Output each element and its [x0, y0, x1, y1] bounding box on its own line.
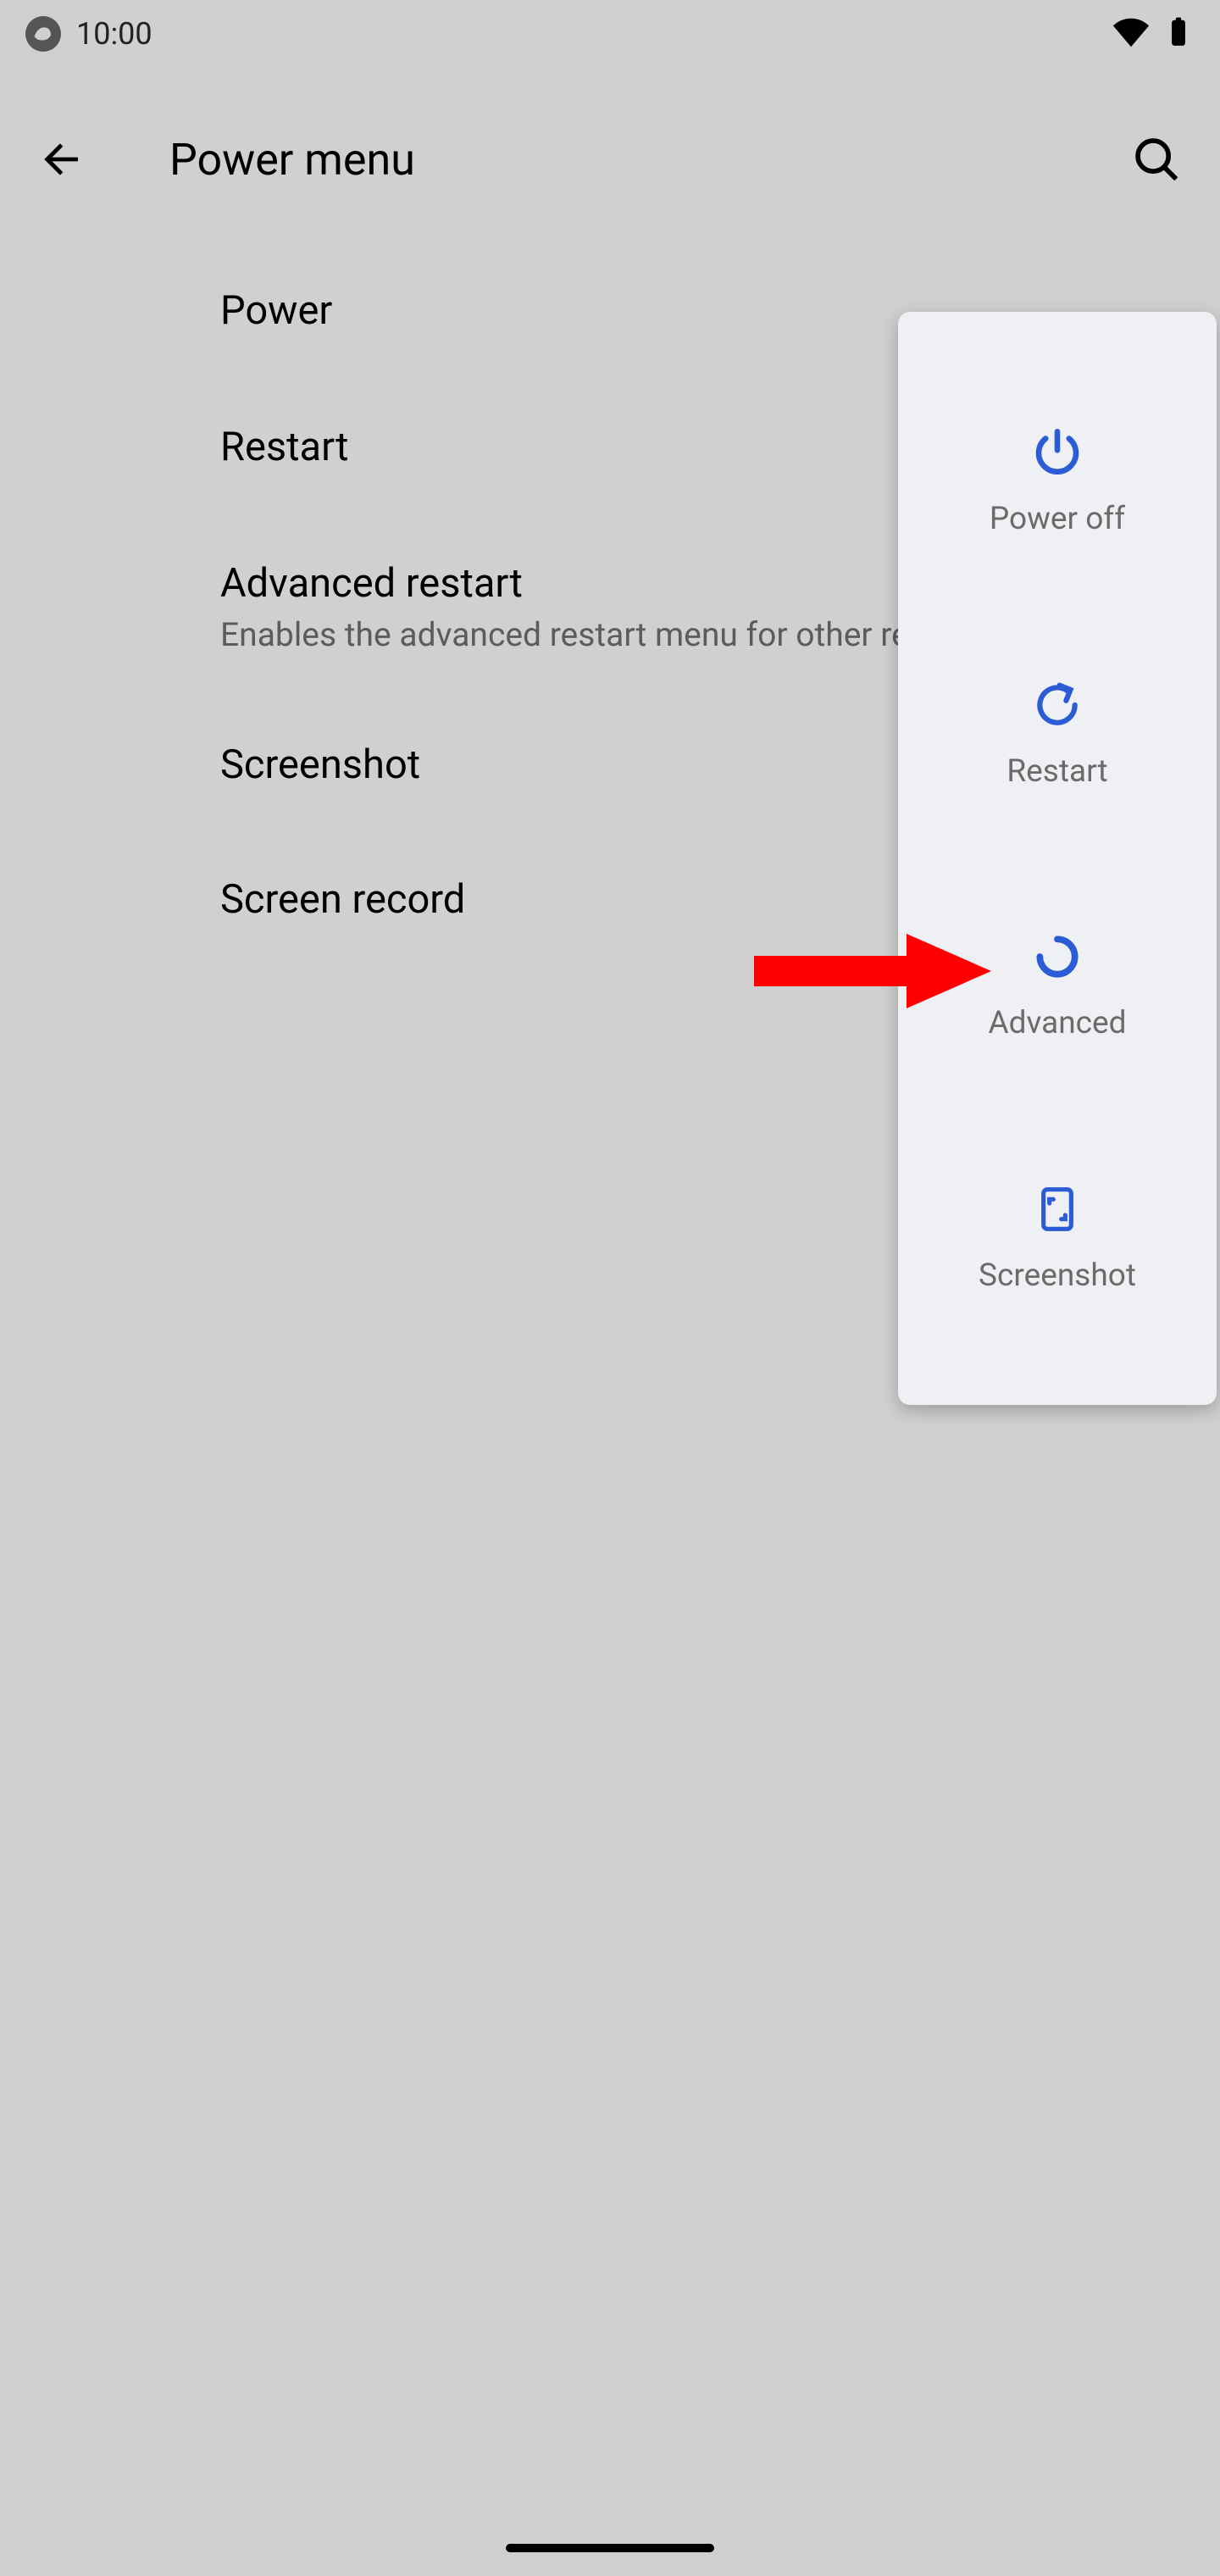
advanced-restart-icon: [1028, 927, 1087, 986]
status-time: 10:00: [76, 16, 152, 52]
restart-icon: [1028, 675, 1087, 735]
screenshot-icon: [1028, 1180, 1087, 1239]
power-icon: [1028, 423, 1087, 482]
popup-label: Advanced: [988, 1005, 1126, 1041]
back-button[interactable]: [25, 121, 102, 197]
popup-label: Power off: [990, 501, 1125, 537]
popup-label: Screenshot: [979, 1257, 1136, 1294]
nav-handle[interactable]: [506, 2544, 714, 2552]
popup-advanced[interactable]: Advanced: [898, 919, 1217, 1050]
popup-restart[interactable]: Restart: [898, 667, 1217, 798]
app-notification-icon: [25, 16, 61, 52]
page-title: Power menu: [169, 134, 1118, 186]
status-bar: 10:00: [0, 0, 1220, 68]
popup-screenshot[interactable]: Screenshot: [898, 1171, 1217, 1302]
power-menu-popup: Power off Restart Advanced Screenshot: [898, 312, 1217, 1405]
wifi-icon: [1112, 13, 1151, 55]
battery-icon: [1162, 13, 1195, 55]
popup-power-off[interactable]: Power off: [898, 414, 1217, 546]
app-bar: Power menu: [0, 68, 1220, 251]
search-button[interactable]: [1118, 121, 1195, 197]
popup-label: Restart: [1006, 753, 1107, 790]
